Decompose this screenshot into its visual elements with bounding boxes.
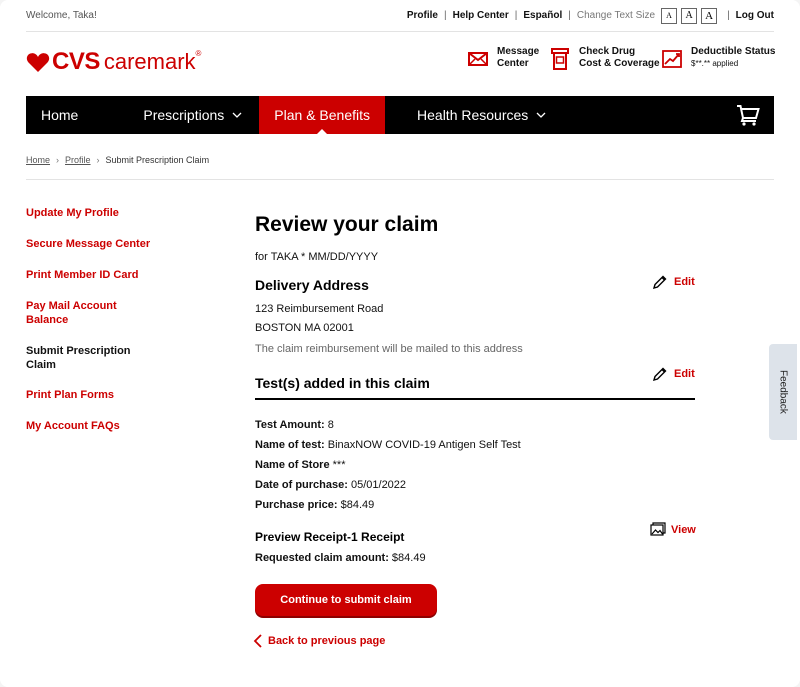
back-link[interactable]: Back to previous page [253,634,385,648]
profile-link[interactable]: Profile [407,10,438,21]
text-size-small-button[interactable]: A [661,7,678,24]
feedback-tab[interactable]: Feedback [769,344,797,440]
message-center-line1: Message [497,46,540,57]
section-divider [255,398,695,400]
member-line: for TAKA * MM/DD/YYYY [255,251,379,263]
view-receipt-link[interactable]: View [650,522,696,538]
cart-icon[interactable] [736,104,760,126]
purchase-date-row: Date of purchase: 05/01/2022 [255,479,407,491]
nav-plan-benefits[interactable]: Plan & Benefits [259,96,386,135]
tests-edit-link[interactable]: Edit [652,366,695,382]
cvs-caremark-logo[interactable]: CVS caremark® [26,48,201,76]
deductible-status-line1: Deductible Status [691,46,776,57]
image-icon [650,522,666,536]
deductible-applied-text: $**.** applied [691,59,739,68]
test-amount-row: Test Amount: 8 [255,419,334,431]
sidebar-item-secure-message[interactable]: Secure Message Center [26,237,156,251]
chevron-left-icon [253,634,262,648]
pill-bottle-icon [551,48,569,70]
welcome-text: Welcome, Taka! [26,10,97,21]
divider: | [727,10,730,21]
breadcrumb: Home › Profile › Submit Prescription Cla… [26,155,209,165]
message-center-link[interactable]: Message Center [467,46,539,70]
chevron-right-icon: › [56,155,60,165]
deductible-status-link[interactable]: Deductible Status $**.** applied [661,46,775,70]
logo-cvs-text: CVS [52,48,100,75]
feedback-label: Feedback [777,370,789,414]
sidebar-item-update-profile[interactable]: Update My Profile [26,206,156,220]
receipt-heading: Preview Receipt-1 Receipt [255,530,405,544]
divider: | [568,10,571,21]
change-text-size-label: Change Text Size [576,10,656,21]
breadcrumb-profile[interactable]: Profile [65,155,91,165]
sidebar-item-faqs[interactable]: My Account FAQs [26,419,156,433]
chevron-down-icon [536,112,546,118]
chart-icon [662,50,682,68]
chevron-down-icon [232,112,242,118]
utility-links: Profile | Help Center | Español | Change… [407,7,774,24]
nav-home[interactable]: Home [26,96,93,134]
sidebar-item-pay-balance[interactable]: Pay Mail Account Balance [26,299,126,327]
delivery-address-heading: Delivery Address [255,277,369,293]
divider [26,179,774,180]
envelope-icon [468,52,488,66]
delivery-note: The claim reimbursement will be mailed t… [255,343,523,355]
requested-amount-row: Requested claim amount: $84.49 [255,552,426,564]
check-drug-line1: Check Drug [579,46,636,57]
divider: | [444,10,447,21]
heart-logo-icon [26,53,50,72]
store-name-row: Name of Store *** [255,459,346,471]
tests-heading: Test(s) added in this claim [255,375,430,391]
continue-submit-button[interactable]: Continue to submit claim [255,584,437,616]
check-drug-line2: Cost & Coverage [579,58,660,69]
divider: | [514,10,518,21]
text-size-large-button[interactable]: A [701,7,718,24]
message-center-line2: Center [497,58,529,69]
delivery-edit-link[interactable]: Edit [652,274,695,290]
nav-health-resources[interactable]: Health Resources [402,96,561,134]
logo-caremark-text: caremark® [103,49,202,74]
test-name-row: Name of test: BinaxNOW COVID-19 Antigen … [255,439,521,451]
help-center-link[interactable]: Help Center [453,10,509,21]
check-drug-cost-link[interactable]: Check Drug Cost & Coverage [549,46,660,70]
address-line-2: BOSTON MA 02001 [255,322,354,334]
log-out-link[interactable]: Log Out [736,10,774,21]
pencil-icon [652,367,667,382]
page-title: Review your claim [255,213,439,236]
chevron-right-icon: › [96,155,100,165]
utility-bar: Welcome, Taka! Profile | Help Center | E… [26,0,774,32]
breadcrumb-current: Submit Prescription Claim [105,155,210,165]
pencil-icon [652,275,667,290]
purchase-price-row: Purchase price: $84.49 [255,499,375,511]
sidebar-item-print-forms[interactable]: Print Plan Forms [26,388,156,402]
text-size-medium-button[interactable]: A [681,7,698,24]
breadcrumb-home[interactable]: Home [26,155,50,165]
nav-prescriptions[interactable]: Prescriptions [128,96,257,134]
page: Welcome, Taka! Profile | Help Center | E… [0,0,800,687]
sidebar-item-print-id-card[interactable]: Print Member ID Card [26,268,156,282]
address-line-1: 123 Reimbursement Road [255,303,384,315]
espanol-link[interactable]: Español [523,10,562,21]
main-nav: Home Prescriptions Plan & Benefits Healt… [26,96,774,135]
sidebar-item-submit-claim[interactable]: Submit Prescription Claim [26,344,136,372]
